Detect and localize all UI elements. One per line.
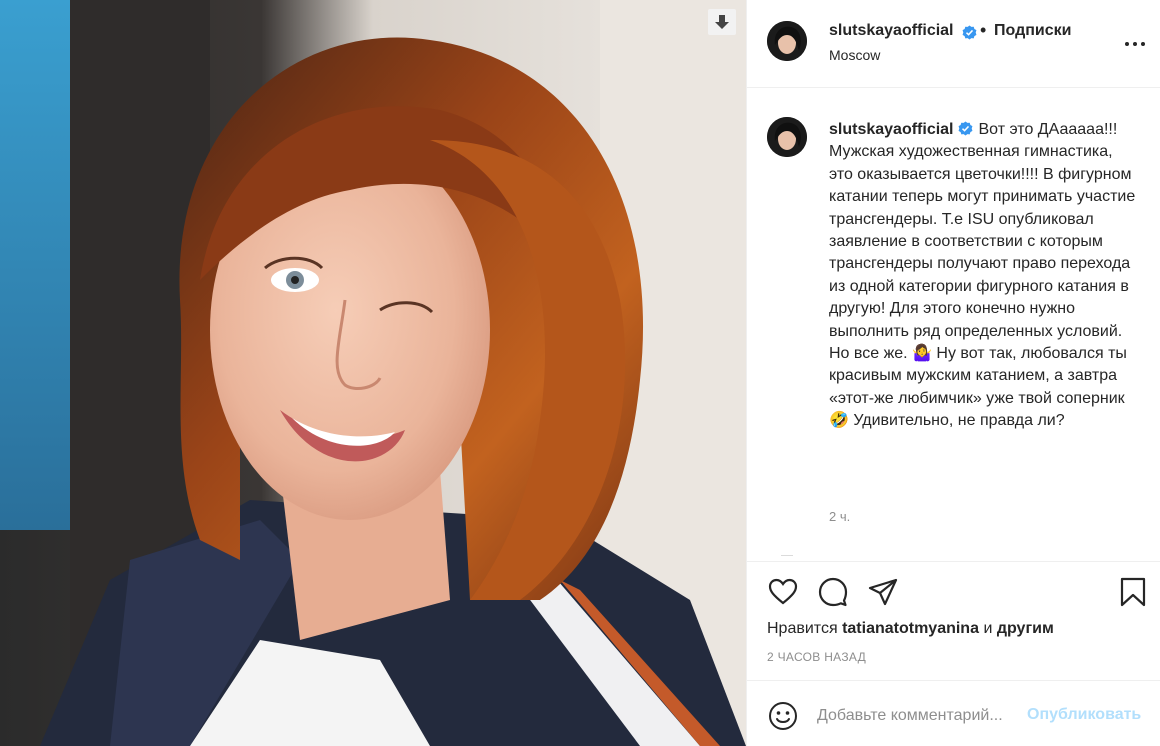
more-options-icon[interactable]	[1123, 36, 1147, 52]
avatar[interactable]	[767, 21, 807, 61]
likes-conjunction: и	[983, 620, 993, 637]
paper-plane-icon[interactable]	[867, 576, 899, 608]
post-side-panel: slutskayaofficial • Подписки Moscow slut…	[746, 0, 1160, 746]
verified-badge-icon	[958, 121, 972, 136]
caption-body-part1: Вот это ДАааааа!!! Мужская художественна…	[829, 121, 1136, 363]
caption-body-part3: Удивительно, не правда ли?	[848, 412, 1065, 430]
caption-time: 2 ч.	[829, 509, 851, 524]
likes-others-link[interactable]: другим	[997, 620, 1054, 637]
add-comment-bar: Опубликовать	[747, 680, 1160, 746]
post-header: slutskayaofficial • Подписки Moscow	[747, 0, 1160, 88]
publish-button[interactable]: Опубликовать	[1027, 706, 1141, 724]
laughing-emoji: 🤣	[829, 412, 849, 430]
arrow-down-icon	[715, 15, 729, 29]
caption-avatar[interactable]	[767, 117, 807, 157]
comment-bubble-icon[interactable]	[817, 576, 849, 608]
bookmark-icon[interactable]	[1117, 576, 1149, 608]
username-link[interactable]: slutskayaofficial	[829, 22, 954, 40]
liked-by-user-link[interactable]: tatianatotmyanina	[842, 620, 979, 637]
comments-section[interactable]: slutskayaofficial Вот это ДАааааа!!! Мужс…	[747, 89, 1160, 561]
post-timestamp[interactable]: 2 ЧАСОВ НАЗАД	[767, 650, 866, 664]
verified-badge-icon	[962, 25, 977, 40]
avatar-image	[767, 117, 807, 157]
smiley-icon[interactable]	[767, 700, 799, 732]
divider	[781, 555, 793, 557]
caption-username-link[interactable]: slutskayaofficial	[829, 121, 954, 138]
following-button[interactable]: Подписки	[994, 22, 1071, 40]
action-bar	[747, 561, 1160, 619]
caption-text: slutskayaofficial Вот это ДАааааа!!! Мужс…	[829, 119, 1139, 433]
portrait-image	[0, 0, 746, 746]
separator-dot: •	[980, 20, 987, 40]
location-link[interactable]: Moscow	[829, 47, 880, 63]
avatar-image	[767, 21, 807, 61]
post-photo[interactable]	[0, 0, 746, 746]
likes-prefix: Нравится	[767, 620, 838, 637]
shrug-emoji: 🤷‍♀️	[912, 345, 932, 363]
comment-input[interactable]	[817, 704, 1025, 728]
download-button[interactable]	[708, 9, 736, 35]
likes-summary: Нравится tatianatotmyanina и другим	[767, 620, 1054, 638]
heart-icon[interactable]	[767, 576, 799, 608]
